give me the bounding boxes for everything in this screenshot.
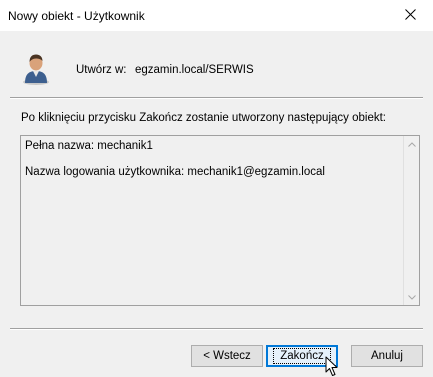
finish-button-label: Zakończ xyxy=(273,348,331,364)
close-icon xyxy=(404,8,416,23)
new-user-dialog: Nowy obiekt - Użytkownik Utwórz w: egzam… xyxy=(0,0,433,377)
create-in-value: egzamin.local/SERWIS xyxy=(135,64,254,76)
vertical-scrollbar[interactable] xyxy=(403,136,419,305)
back-button[interactable]: < Wstecz xyxy=(191,345,263,367)
chevron-up-icon xyxy=(408,138,416,150)
window-title: Nowy obiekt - Użytkownik xyxy=(8,9,145,23)
mouse-pointer-icon xyxy=(325,356,341,377)
summary-full-name: Pełna nazwa: mechanik1 xyxy=(25,140,153,152)
close-button[interactable] xyxy=(387,0,433,31)
chevron-down-icon xyxy=(408,291,416,303)
summary-textbox[interactable]: Pełna nazwa: mechanik1 Nazwa logowania u… xyxy=(20,135,420,306)
summary-logon-name: Nazwa logowania użytkownika: mechanik1@e… xyxy=(25,166,325,178)
scroll-down-button[interactable] xyxy=(404,289,420,305)
user-icon xyxy=(21,52,51,86)
title-bar[interactable]: Nowy obiekt - Użytkownik xyxy=(0,0,433,31)
header-divider xyxy=(10,97,423,99)
create-in-label: Utwórz w: xyxy=(76,64,127,76)
dialog-header: Utwórz w: egzamin.local/SERWIS xyxy=(0,31,433,101)
info-text: Po kliknięciu przycisku Zakończ zostanie… xyxy=(21,112,386,124)
scroll-up-button[interactable] xyxy=(404,136,420,152)
cancel-button[interactable]: Anuluj xyxy=(351,345,423,367)
footer-divider xyxy=(10,328,423,330)
